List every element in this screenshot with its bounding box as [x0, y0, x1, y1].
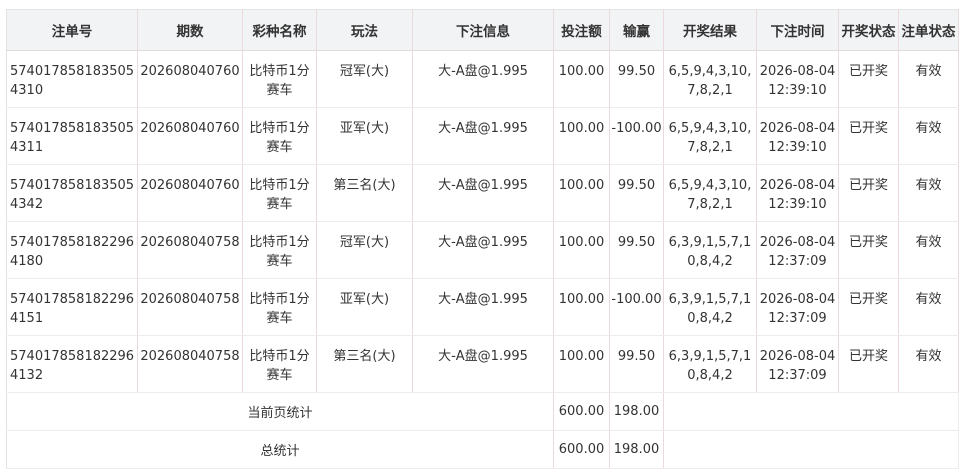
order-number: 5740178581822964132 — [6, 335, 138, 393]
order-number: 5740178581835054311 — [6, 107, 138, 165]
page-summary-amount: 600.00 — [553, 392, 610, 431]
bet-amount: 100.00 — [553, 335, 610, 393]
table-row: 5740178581822964132 202608040758 比特币1分赛车… — [6, 335, 959, 393]
bet-records-table: 注单号 期数 彩种名称 玩法 下注信息 投注额 输赢 开奖结果 下注时间 开奖状… — [6, 9, 959, 469]
header-bet-amount: 投注额 — [553, 9, 610, 51]
draw-result: 6,3,9,1,5,7,10,8,4,2 — [663, 278, 757, 336]
play-type: 第三名(大) — [316, 164, 413, 222]
page-summary-row: 当前页统计 600.00 198.00 — [6, 392, 959, 431]
win-loss: 99.50 — [609, 221, 664, 279]
header-order-no: 注单号 — [6, 9, 138, 51]
period-number: 202608040758 — [137, 221, 243, 279]
win-loss: 99.50 — [609, 335, 664, 393]
bet-amount: 100.00 — [553, 278, 610, 336]
order-status: 有效 — [898, 107, 959, 165]
lottery-name: 比特币1分赛车 — [242, 221, 317, 279]
order-number: 5740178581822964180 — [6, 221, 138, 279]
header-play-type: 玩法 — [316, 9, 413, 51]
draw-result: 6,3,9,1,5,7,10,8,4,2 — [663, 221, 757, 279]
play-type: 冠军(大) — [316, 50, 413, 108]
lottery-name: 比特币1分赛车 — [242, 335, 317, 393]
header-draw-status: 开奖状态 — [838, 9, 899, 51]
bet-amount: 100.00 — [553, 107, 610, 165]
bet-info: 大-A盘@1.995 — [412, 335, 554, 393]
order-number: 5740178581822964151 — [6, 278, 138, 336]
total-summary-win-loss: 198.00 — [609, 430, 664, 469]
bet-info: 大-A盘@1.995 — [412, 278, 554, 336]
win-loss: 99.50 — [609, 164, 664, 222]
period-number: 202608040760 — [137, 50, 243, 108]
draw-status: 已开奖 — [838, 107, 899, 165]
total-summary-amount: 600.00 — [553, 430, 610, 469]
draw-status: 已开奖 — [838, 164, 899, 222]
win-loss: -100.00 — [609, 278, 664, 336]
win-loss: -100.00 — [609, 107, 664, 165]
lottery-name: 比特币1分赛车 — [242, 278, 317, 336]
page-summary-win-loss: 198.00 — [609, 392, 664, 431]
order-status: 有效 — [898, 221, 959, 279]
table-header-row: 注单号 期数 彩种名称 玩法 下注信息 投注额 输赢 开奖结果 下注时间 开奖状… — [6, 9, 959, 51]
header-order-status: 注单状态 — [898, 9, 959, 51]
play-type: 冠军(大) — [316, 221, 413, 279]
total-summary-empty — [663, 430, 959, 469]
table-row: 5740178581822964180 202608040758 比特币1分赛车… — [6, 221, 959, 279]
header-period: 期数 — [137, 9, 243, 51]
header-win-loss: 输赢 — [609, 9, 664, 51]
draw-result: 6,5,9,4,3,10,7,8,2,1 — [663, 50, 757, 108]
period-number: 202608040760 — [137, 107, 243, 165]
period-number: 202608040760 — [137, 164, 243, 222]
bet-time: 2026-08-04 12:39:10 — [756, 107, 839, 165]
total-summary-row: 总统计 600.00 198.00 — [6, 430, 959, 469]
bet-info: 大-A盘@1.995 — [412, 164, 554, 222]
bet-amount: 100.00 — [553, 221, 610, 279]
draw-result: 6,5,9,4,3,10,7,8,2,1 — [663, 164, 757, 222]
order-status: 有效 — [898, 164, 959, 222]
period-number: 202608040758 — [137, 278, 243, 336]
draw-result: 6,3,9,1,5,7,10,8,4,2 — [663, 335, 757, 393]
lottery-name: 比特币1分赛车 — [242, 164, 317, 222]
draw-status: 已开奖 — [838, 50, 899, 108]
table-row: 5740178581835054310 202608040760 比特币1分赛车… — [6, 50, 959, 108]
table-row: 5740178581835054342 202608040760 比特币1分赛车… — [6, 164, 959, 222]
bet-amount: 100.00 — [553, 50, 610, 108]
bet-info: 大-A盘@1.995 — [412, 50, 554, 108]
header-bet-time: 下注时间 — [756, 9, 839, 51]
draw-status: 已开奖 — [838, 335, 899, 393]
win-loss: 99.50 — [609, 50, 664, 108]
header-bet-info: 下注信息 — [412, 9, 554, 51]
page-summary-empty — [663, 392, 959, 431]
order-number: 5740178581835054342 — [6, 164, 138, 222]
bet-time: 2026-08-04 12:37:09 — [756, 278, 839, 336]
header-draw-result: 开奖结果 — [663, 9, 757, 51]
bet-time: 2026-08-04 12:39:10 — [756, 50, 839, 108]
play-type: 亚军(大) — [316, 107, 413, 165]
order-status: 有效 — [898, 278, 959, 336]
table-row: 5740178581835054311 202608040760 比特币1分赛车… — [6, 107, 959, 165]
order-status: 有效 — [898, 50, 959, 108]
draw-status: 已开奖 — [838, 221, 899, 279]
lottery-name: 比特币1分赛车 — [242, 107, 317, 165]
play-type: 亚军(大) — [316, 278, 413, 336]
bet-amount: 100.00 — [553, 164, 610, 222]
bet-time: 2026-08-04 12:37:09 — [756, 335, 839, 393]
draw-status: 已开奖 — [838, 278, 899, 336]
order-number: 5740178581835054310 — [6, 50, 138, 108]
bet-time: 2026-08-04 12:39:10 — [756, 164, 839, 222]
bet-info: 大-A盘@1.995 — [412, 107, 554, 165]
page-summary-label: 当前页统计 — [6, 392, 554, 431]
period-number: 202608040758 — [137, 335, 243, 393]
bet-info: 大-A盘@1.995 — [412, 221, 554, 279]
lottery-name: 比特币1分赛车 — [242, 50, 317, 108]
order-status: 有效 — [898, 335, 959, 393]
table-row: 5740178581822964151 202608040758 比特币1分赛车… — [6, 278, 959, 336]
header-lottery-name: 彩种名称 — [242, 9, 317, 51]
bet-time: 2026-08-04 12:37:09 — [756, 221, 839, 279]
draw-result: 6,5,9,4,3,10,7,8,2,1 — [663, 107, 757, 165]
total-summary-label: 总统计 — [6, 430, 554, 469]
play-type: 第三名(大) — [316, 335, 413, 393]
